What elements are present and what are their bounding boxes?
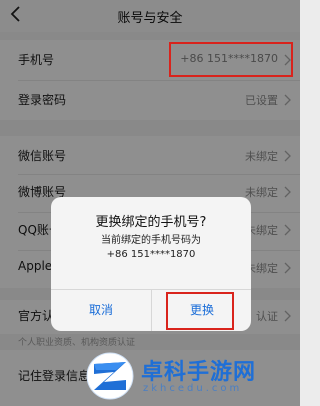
watermark-logo-icon: [86, 352, 134, 400]
watermark-title: 卓科手游网: [141, 360, 257, 385]
dialog-title: 更换绑定的手机号?: [95, 215, 207, 230]
dialog-message-phone: +86 151****1870: [106, 249, 196, 260]
dialog-message-line: 当前绑定的手机号码为: [101, 235, 201, 246]
highlight-box-confirm: [166, 292, 234, 330]
cancel-button[interactable]: 取消: [51, 289, 151, 331]
account-security-page: 账号与安全 手机号 +86 151****1870 登录密码 已设置 微信账号 …: [0, 0, 300, 406]
dialog-message: 当前绑定的手机号码为 +86 151****1870: [51, 234, 251, 262]
watermark-domain: zkhcedu.com: [143, 383, 243, 394]
watermark: 卓科手游网 zkhcedu.com: [86, 352, 292, 402]
highlight-box-phone: [169, 42, 293, 77]
